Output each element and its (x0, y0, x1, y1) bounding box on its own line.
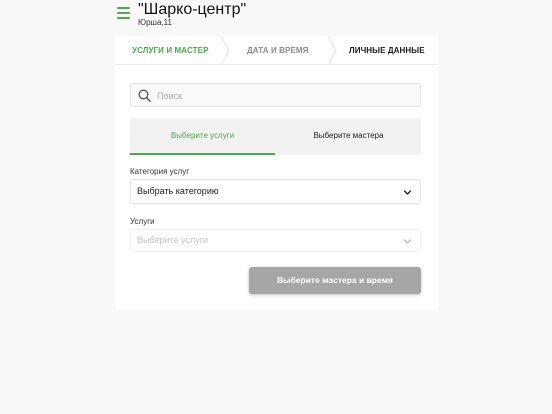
step-date-and-time[interactable]: ДАТА И ВРЕМЯ (247, 36, 309, 65)
search-field[interactable] (130, 83, 421, 107)
booking-steps: УСЛУГИ И МАСТЕР ДАТА И ВРЕМЯ ЛИЧНЫЕ ДАНН… (115, 36, 438, 65)
category-select-value: Выбрать категорию (137, 186, 219, 196)
services-select-placeholder: Выберите услуги (137, 235, 209, 245)
header: "Шарко-центр" Юрша,11 (115, 0, 438, 38)
step-separator-icon (327, 36, 337, 65)
tab-select-services[interactable]: Выберите услуги (130, 118, 275, 155)
salon-title: "Шарко-центр" (138, 1, 247, 18)
search-icon (138, 89, 151, 102)
tab-select-master[interactable]: Выберите мастера (276, 118, 421, 155)
salon-address: Юрша,11 (138, 18, 172, 27)
category-label: Категория услуг (130, 167, 190, 176)
search-input[interactable] (157, 88, 412, 103)
services-select[interactable]: Выберите услуги (130, 229, 421, 252)
chevron-down-icon (403, 238, 412, 244)
choose-master-and-time-button[interactable]: Выберите мастера и время (249, 267, 421, 294)
step-separator-icon (220, 36, 230, 65)
booking-panel: УСЛУГИ И МАСТЕР ДАТА И ВРЕМЯ ЛИЧНЫЕ ДАНН… (115, 36, 438, 310)
category-select[interactable]: Выбрать категорию (130, 179, 421, 204)
step-personal-data[interactable]: ЛИЧНЫЕ ДАННЫЕ (349, 36, 425, 65)
step-services-and-master[interactable]: УСЛУГИ И МАСТЕР (132, 36, 209, 65)
services-label: Услуги (130, 217, 155, 226)
hamburger-menu-icon[interactable] (117, 7, 130, 20)
chevron-down-icon (403, 189, 412, 195)
selection-tabs: Выберите услуги Выберите мастера (130, 118, 421, 155)
